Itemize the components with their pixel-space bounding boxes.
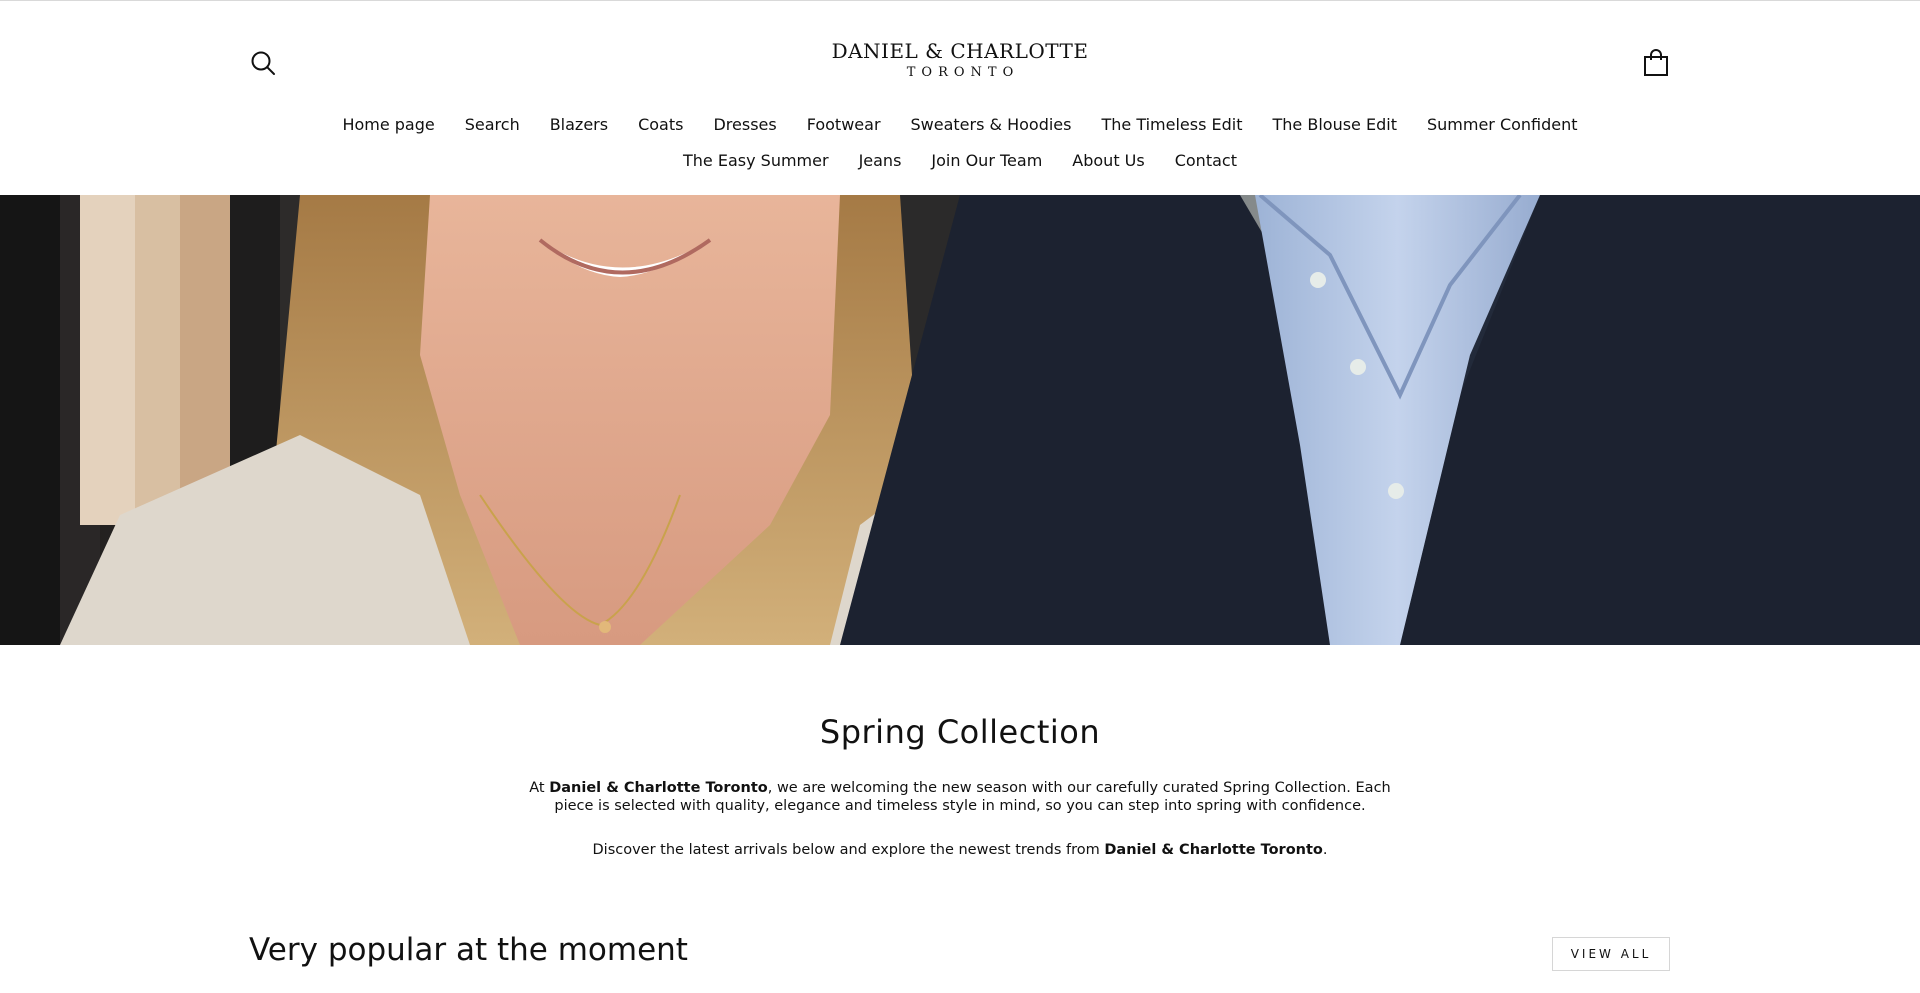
nav-timeless-edit[interactable]: The Timeless Edit [1101, 115, 1242, 134]
nav-search[interactable]: Search [465, 115, 520, 134]
nav-home-page[interactable]: Home page [342, 115, 434, 134]
shopping-bag-icon[interactable] [1643, 49, 1669, 77]
intro-p1-prefix: At [529, 780, 550, 796]
logo-city: TORONTO [906, 65, 1020, 80]
site-logo[interactable]: DANIEL & CHARLOTTE TORONTO [760, 39, 1160, 82]
intro-p2-suffix: . [1322, 842, 1328, 858]
intro-paragraph-1: At Daniel & Charlotte Toronto, we are we… [520, 779, 1400, 815]
nav-jeans[interactable]: Jeans [859, 151, 902, 170]
site-header: DANIEL & CHARLOTTE TORONTO Home page Sea… [0, 1, 1920, 195]
nav-blazers[interactable]: Blazers [550, 115, 608, 134]
logo-brand: DANIEL & CHARLOTTE [831, 39, 1089, 63]
nav-contact[interactable]: Contact [1175, 151, 1237, 170]
nav-easy-summer[interactable]: The Easy Summer [683, 151, 829, 170]
section-title: Spring Collection [819, 713, 1101, 751]
nav-row-1: Home page Search Blazers Coats Dresses F… [0, 106, 1920, 142]
nav-sweaters-hoodies[interactable]: Sweaters & Hoodies [911, 115, 1072, 134]
nav-dresses[interactable]: Dresses [713, 115, 776, 134]
popular-section-title: Very popular at the moment [249, 932, 688, 968]
main-navigation: Home page Search Blazers Coats Dresses F… [0, 106, 1920, 178]
nav-summer-confident[interactable]: Summer Confident [1427, 115, 1578, 134]
hero-image [0, 195, 1920, 645]
intro-p2-prefix: Discover the latest arrivals below and e… [592, 842, 1105, 858]
intro-p1-brand: Daniel & Charlotte Toronto [549, 780, 768, 796]
nav-blouse-edit[interactable]: The Blouse Edit [1273, 115, 1397, 134]
intro-paragraph-2: Discover the latest arrivals below and e… [520, 841, 1400, 859]
search-icon[interactable] [250, 50, 276, 76]
nav-footwear[interactable]: Footwear [807, 115, 881, 134]
nav-about-us[interactable]: About Us [1072, 151, 1144, 170]
nav-row-2: The Easy Summer Jeans Join Our Team Abou… [0, 142, 1920, 178]
nav-coats[interactable]: Coats [638, 115, 683, 134]
nav-join-our-team[interactable]: Join Our Team [931, 151, 1042, 170]
view-all-button[interactable]: VIEW ALL [1552, 937, 1670, 971]
intro-p2-brand: Daniel & Charlotte Toronto [1104, 842, 1323, 858]
